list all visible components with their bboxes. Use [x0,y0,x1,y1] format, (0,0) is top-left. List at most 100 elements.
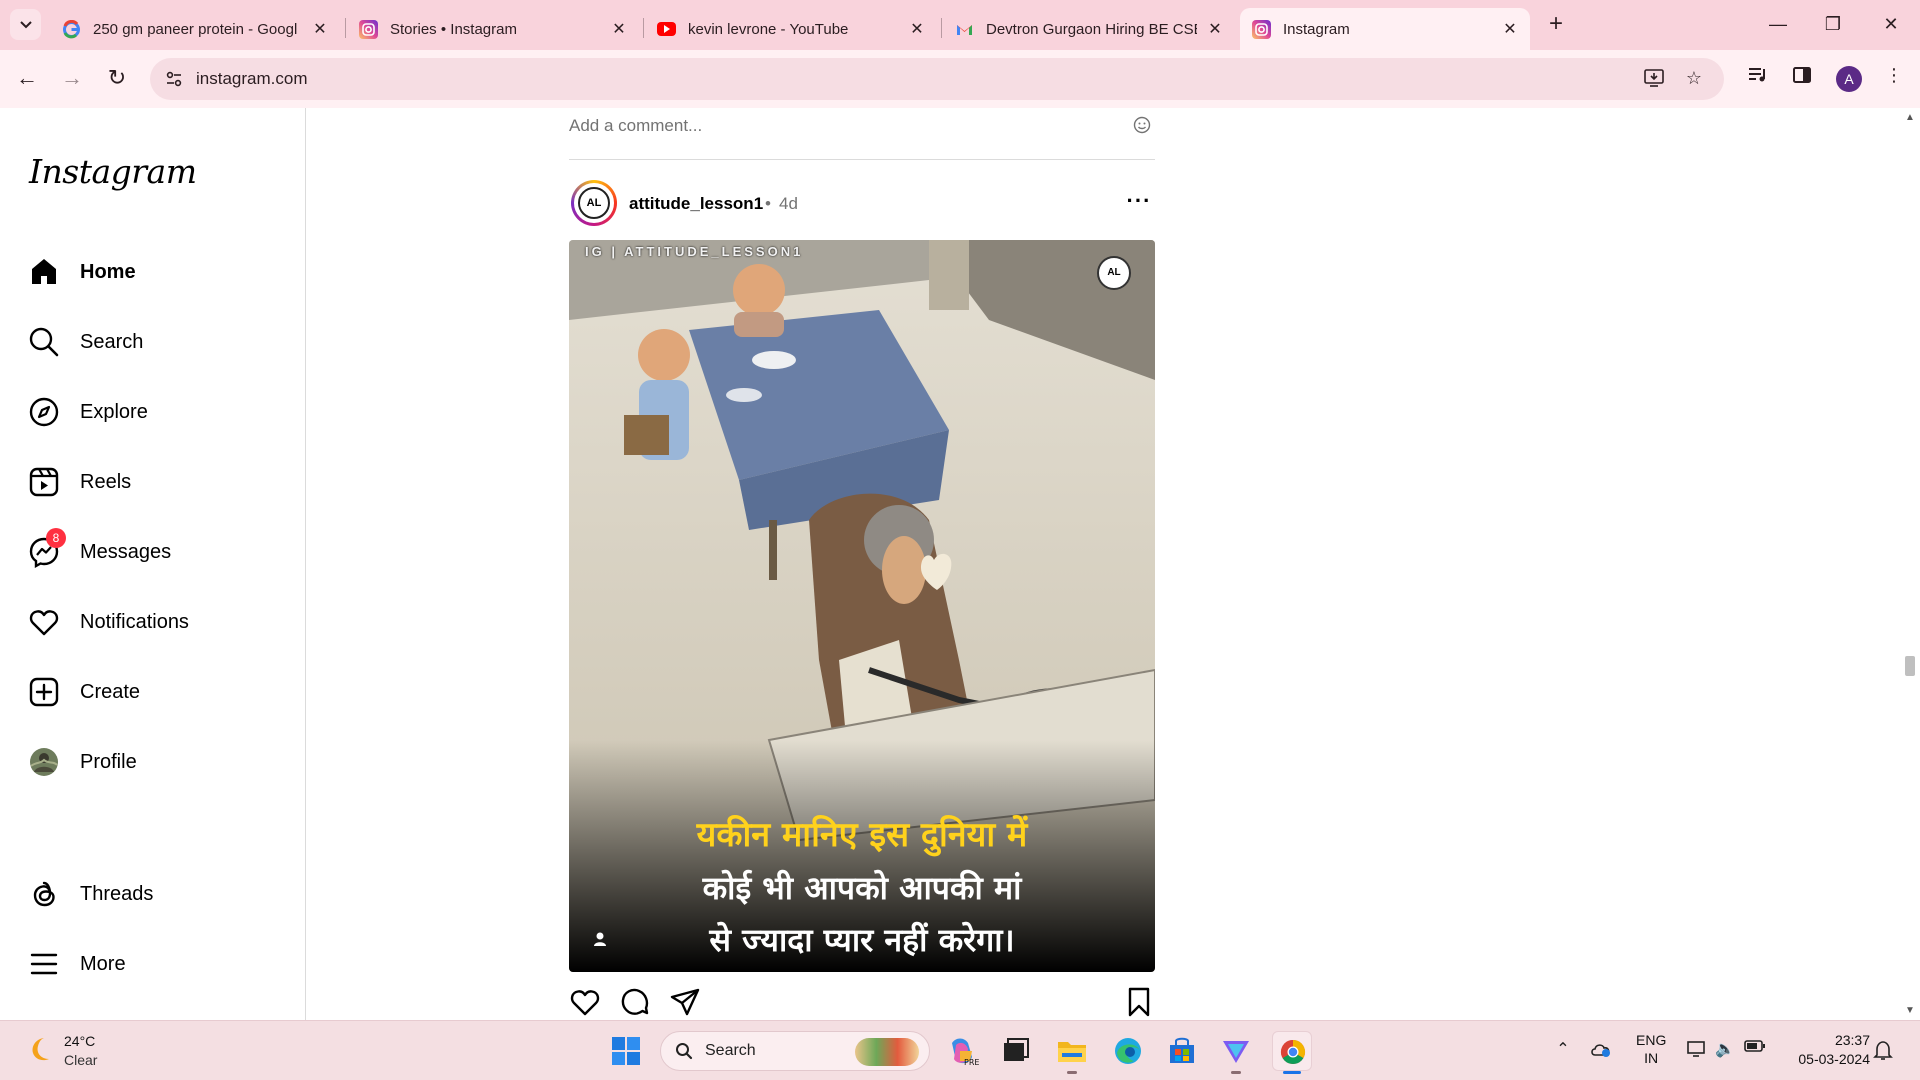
weather-description: Clear [64,1052,98,1068]
back-icon[interactable]: ← [12,63,42,93]
nav-messages[interactable]: 8 Messages [28,526,288,578]
tab-label: 250 gm paneer protein - Googl [93,20,298,38]
nav-create[interactable]: Create [28,666,288,718]
scroll-up-arrow-icon[interactable]: ▲ [1905,112,1915,123]
minimize-icon[interactable]: — [1758,10,1798,38]
chrome-icon[interactable] [1272,1031,1312,1071]
caption-line-1: यकीन मानिए इस दुनिया में [696,815,1028,855]
forward-icon[interactable]: → [57,63,87,93]
close-tab-icon[interactable]: ✕ [611,19,627,39]
post-username[interactable]: attitude_lesson1 [629,194,763,214]
post-actions [569,986,1155,1020]
tab-google[interactable]: 250 gm paneer protein - Googl ✕ [50,8,340,50]
running-indicator [1231,1071,1241,1074]
close-tab-icon[interactable]: ✕ [312,19,328,39]
language-indicator[interactable]: ENG IN [1636,1031,1666,1067]
instagram-logo[interactable]: Instagram [29,152,197,191]
nav-explore[interactable]: Explore [28,386,288,438]
install-app-icon[interactable] [1642,68,1666,90]
new-tab-button[interactable]: + [1544,10,1568,38]
media-controls-icon[interactable] [1744,65,1772,93]
page-scrollbar[interactable]: ▲ ▼ [1900,108,1920,1020]
nav-label: Create [80,680,141,703]
menu-icon [28,948,60,980]
reload-icon[interactable]: ↻ [102,63,132,93]
windows-start-icon[interactable] [606,1031,646,1071]
bookmark-star-icon[interactable]: ☆ [1682,68,1706,90]
svg-text:PRE: PRE [964,1058,979,1067]
post-image[interactable]: IG | ATTITUDE_LESSON1 AL यकीन मानिए इस द… [569,240,1155,972]
comment-input[interactable]: Add a comment... [569,116,702,136]
windows-taskbar: 24°C Clear Search PRE ⌃ ENG IN 🔈 23:37 0… [0,1020,1920,1080]
nav-label: Search [80,330,144,353]
restore-icon[interactable]: ❐ [1813,10,1853,38]
close-window-icon[interactable]: ✕ [1871,10,1911,38]
illustration [569,240,1155,972]
share-icon[interactable] [669,986,701,1018]
nav-search[interactable]: Search [28,316,288,368]
nav-label: Notifications [80,610,189,633]
moon-weather-icon[interactable] [24,1034,54,1064]
threads-icon [28,878,60,910]
clock-time: 23:37 [1834,1032,1870,1048]
nav-more[interactable]: More [28,938,288,990]
file-explorer-icon[interactable] [1052,1031,1092,1071]
emoji-icon[interactable] [1133,116,1151,134]
chevron-down-icon [19,20,32,28]
nav-reels[interactable]: Reels [28,456,288,508]
edge-icon[interactable] [1108,1031,1148,1071]
search-icon [28,326,60,358]
vpn-app-icon[interactable] [1216,1031,1256,1071]
caption-line-3: से ज्यादा प्यार नहीं करेगा। [709,921,1015,959]
taskbar-search[interactable]: Search [660,1031,930,1071]
profile-avatar[interactable]: A [1836,66,1862,92]
nav-profile[interactable]: Profile [28,736,288,788]
system-clock[interactable]: 23:37 05-03-2024 [1786,1031,1870,1069]
like-heart-icon[interactable] [569,986,601,1018]
gmail-icon [955,20,974,39]
tab-separator [345,18,346,38]
compass-icon [28,396,60,428]
show-hidden-icons-icon[interactable]: ⌃ [1550,1039,1576,1065]
scroll-down-arrow-icon[interactable]: ▼ [1905,1005,1915,1016]
notification-bell-icon[interactable] [1870,1039,1896,1065]
post-time[interactable]: 4d [779,194,798,214]
lang-region: IN [1644,1050,1659,1066]
address-bar[interactable]: instagram.com ☆ [150,58,1724,100]
task-view-icon[interactable] [996,1031,1036,1071]
nav-home[interactable]: Home [28,246,288,298]
site-settings-icon[interactable] [164,69,184,89]
post-avatar[interactable]: AL [571,180,617,226]
tab-instagram[interactable]: Instagram ✕ [1240,8,1530,50]
copilot-icon[interactable]: PRE [942,1031,982,1071]
onedrive-icon[interactable] [1588,1039,1614,1065]
tab-search-button[interactable] [10,9,41,40]
tab-instagram-stories[interactable]: Stories • Instagram ✕ [347,8,639,50]
close-tab-icon[interactable]: ✕ [1502,19,1518,39]
instagram-sidebar: Instagram Home Search Explore Reels 8 Me… [0,108,306,1020]
kebab-menu-icon[interactable]: ⋮ [1880,65,1908,93]
save-bookmark-icon[interactable] [1123,986,1155,1018]
tab-gmail[interactable]: Devtron Gurgaon Hiring BE CSE ✕ [943,8,1235,50]
network-icon[interactable] [1684,1039,1710,1065]
close-tab-icon[interactable]: ✕ [909,19,925,39]
nav-notifications[interactable]: Notifications [28,596,288,648]
volume-icon[interactable]: 🔈 [1712,1039,1738,1065]
google-icon [62,19,81,39]
caption-line-2: कोई भी आपको आपकी मां [702,869,1022,907]
tab-label: Devtron Gurgaon Hiring BE CSE [986,20,1197,38]
nav-threads[interactable]: Threads [28,868,288,920]
close-tab-icon[interactable]: ✕ [1207,19,1223,39]
active-indicator [1283,1071,1301,1074]
running-indicator [1067,1071,1077,1074]
tab-youtube[interactable]: kevin levrone - YouTube ✕ [645,8,937,50]
nav-label: More [80,952,126,975]
microsoft-store-icon[interactable] [1162,1031,1202,1071]
side-panel-icon[interactable] [1788,65,1816,93]
tagged-people-icon[interactable] [591,930,609,948]
comment-icon[interactable] [619,986,651,1018]
scrollbar-thumb[interactable] [1905,656,1915,676]
battery-icon[interactable] [1742,1039,1768,1065]
more-options-icon[interactable]: ··· [1125,188,1153,214]
plus-square-icon [28,676,60,708]
